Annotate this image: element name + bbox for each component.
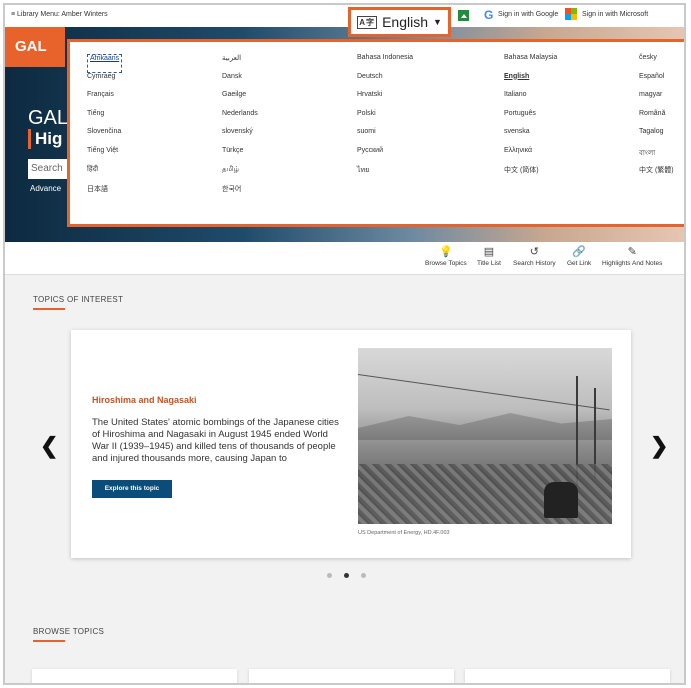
language-option[interactable]: Italiano <box>504 91 639 110</box>
browse-underline <box>33 640 65 642</box>
language-option[interactable]: Português <box>504 110 639 129</box>
highlights-notes-button[interactable]: ✎ Highlights And Notes <box>602 244 662 267</box>
carousel-dots <box>327 573 366 578</box>
signin-microsoft-link[interactable]: Sign in with Microsoft <box>582 11 648 18</box>
google-drive-icon[interactable] <box>458 10 469 21</box>
language-option[interactable]: ไทย <box>357 165 504 184</box>
language-option[interactable]: magyar <box>639 91 684 110</box>
language-option[interactable]: Bahasa Malaysia <box>504 54 639 73</box>
pen-icon: ✎ <box>627 246 637 258</box>
language-option[interactable]: Gaeilge <box>222 91 357 110</box>
language-option[interactable]: Cymraeg <box>87 73 222 92</box>
hero-title: GAL <box>28 107 69 129</box>
language-option[interactable]: Nederlands <box>222 110 357 129</box>
history-icon: ↺ <box>529 246 539 258</box>
link-icon: 🔗 <box>572 246 586 258</box>
language-option[interactable]: Deutsch <box>357 73 504 92</box>
language-option[interactable]: 中文 (繁體) <box>639 165 684 184</box>
language-option[interactable]: Tiếng <box>87 110 222 129</box>
language-option[interactable]: Türkçe <box>222 147 357 166</box>
language-option[interactable]: Ελληνικά <box>504 147 639 166</box>
language-list: Afrikaans العربية Bahasa Indonesia Bahasa M… <box>87 54 684 203</box>
google-icon: G <box>484 8 494 22</box>
language-option[interactable]: Tiếng Việt <box>87 147 222 166</box>
title-list-button[interactable]: ▤ Title List <box>477 244 501 267</box>
language-option[interactable]: Polski <box>357 110 504 129</box>
language-option[interactable]: हिंदी <box>87 165 222 184</box>
browse-card-business[interactable]: Business and Economics (84) <box>249 669 454 683</box>
language-selector[interactable]: A字 English ▼ <box>348 7 451 37</box>
language-option[interactable]: Tagalog <box>639 128 684 147</box>
browse-topics-button[interactable]: 💡 Browse Topics <box>425 244 467 267</box>
library-menu[interactable]: ≡ Library Menu: Amber Winters <box>11 11 108 18</box>
topics-underline <box>33 308 65 310</box>
language-option[interactable]: தமிழ் <box>222 165 357 184</box>
gale-logo[interactable]: GAL <box>5 27 65 67</box>
carousel-prev-button[interactable]: ❮ <box>40 433 58 459</box>
signin-google-link[interactable]: Sign in with Google <box>498 11 558 18</box>
current-language: English <box>382 14 428 30</box>
language-option[interactable]: 中文 (简体) <box>504 165 639 184</box>
carousel-next-button[interactable]: ❯ <box>650 433 668 459</box>
topics-heading: TOPICS OF INTEREST <box>33 295 124 304</box>
language-option[interactable]: Français <box>87 91 222 110</box>
list-icon: ▤ <box>483 246 495 258</box>
language-option[interactable]: English <box>504 73 639 92</box>
language-option[interactable]: Slovenčina <box>87 128 222 147</box>
language-option[interactable]: suomi <box>357 128 504 147</box>
search-history-button[interactable]: ↺ Search History <box>513 244 556 267</box>
carousel-dot-active[interactable] <box>344 573 349 578</box>
hero-subtitle: Hig <box>28 129 62 149</box>
language-option[interactable]: 日本語 <box>87 184 222 203</box>
topic-card: Hiroshima and Nagasaki The United States… <box>71 330 631 558</box>
translate-icon: A字 <box>357 15 378 29</box>
app-window: ≡ Library Menu: Amber Winters G Sign in … <box>3 3 686 685</box>
language-option[interactable]: العربية <box>222 54 357 73</box>
language-option[interactable]: svenska <box>504 128 639 147</box>
photo-caption: US Department of Energy, HD.4F.003 <box>358 530 450 536</box>
advanced-search-link[interactable]: Advance <box>30 184 61 193</box>
language-option[interactable]: Română <box>639 110 684 129</box>
top-bar: ≡ Library Menu: Amber Winters G Sign in … <box>5 5 684 28</box>
language-option[interactable]: Русский <box>357 147 504 166</box>
get-link-button[interactable]: 🔗 Get Link <box>567 244 591 267</box>
language-option[interactable]: Español <box>639 73 684 92</box>
carousel-dot[interactable] <box>361 573 366 578</box>
topic-title[interactable]: Hiroshima and Nagasaki <box>92 395 197 405</box>
topic-photo <box>358 348 612 524</box>
language-option[interactable]: Afrikaans <box>87 54 123 73</box>
language-option[interactable]: Dansk <box>222 73 357 92</box>
language-option[interactable]: česky <box>639 54 684 73</box>
browse-card-geography[interactable]: Geography (267) <box>465 669 670 683</box>
search-input[interactable]: Search <box>28 159 68 179</box>
language-option[interactable]: Hrvatski <box>357 91 504 110</box>
lightbulb-icon: 💡 <box>439 246 453 258</box>
topic-description: The United States' atomic bombings of th… <box>92 417 339 464</box>
language-option[interactable]: 한국어 <box>222 184 357 203</box>
language-option[interactable]: Bahasa Indonesia <box>357 54 504 73</box>
language-dropdown: Afrikaans العربية Bahasa Indonesia Bahasa M… <box>67 39 684 227</box>
browse-heading: BROWSE TOPICS <box>33 627 105 636</box>
browse-card-biography[interactable]: Biography (187) <box>32 669 237 683</box>
explore-topic-button[interactable]: Explore this topic <box>92 480 172 498</box>
microsoft-icon <box>565 8 577 20</box>
language-option[interactable]: বাংলা <box>639 147 684 166</box>
language-option[interactable]: slovenský <box>222 128 357 147</box>
carousel-dot[interactable] <box>327 573 332 578</box>
tools-bar: 💡 Browse Topics ▤ Title List ↺ Search Hi… <box>5 242 684 275</box>
caret-down-icon: ▼ <box>433 17 442 27</box>
